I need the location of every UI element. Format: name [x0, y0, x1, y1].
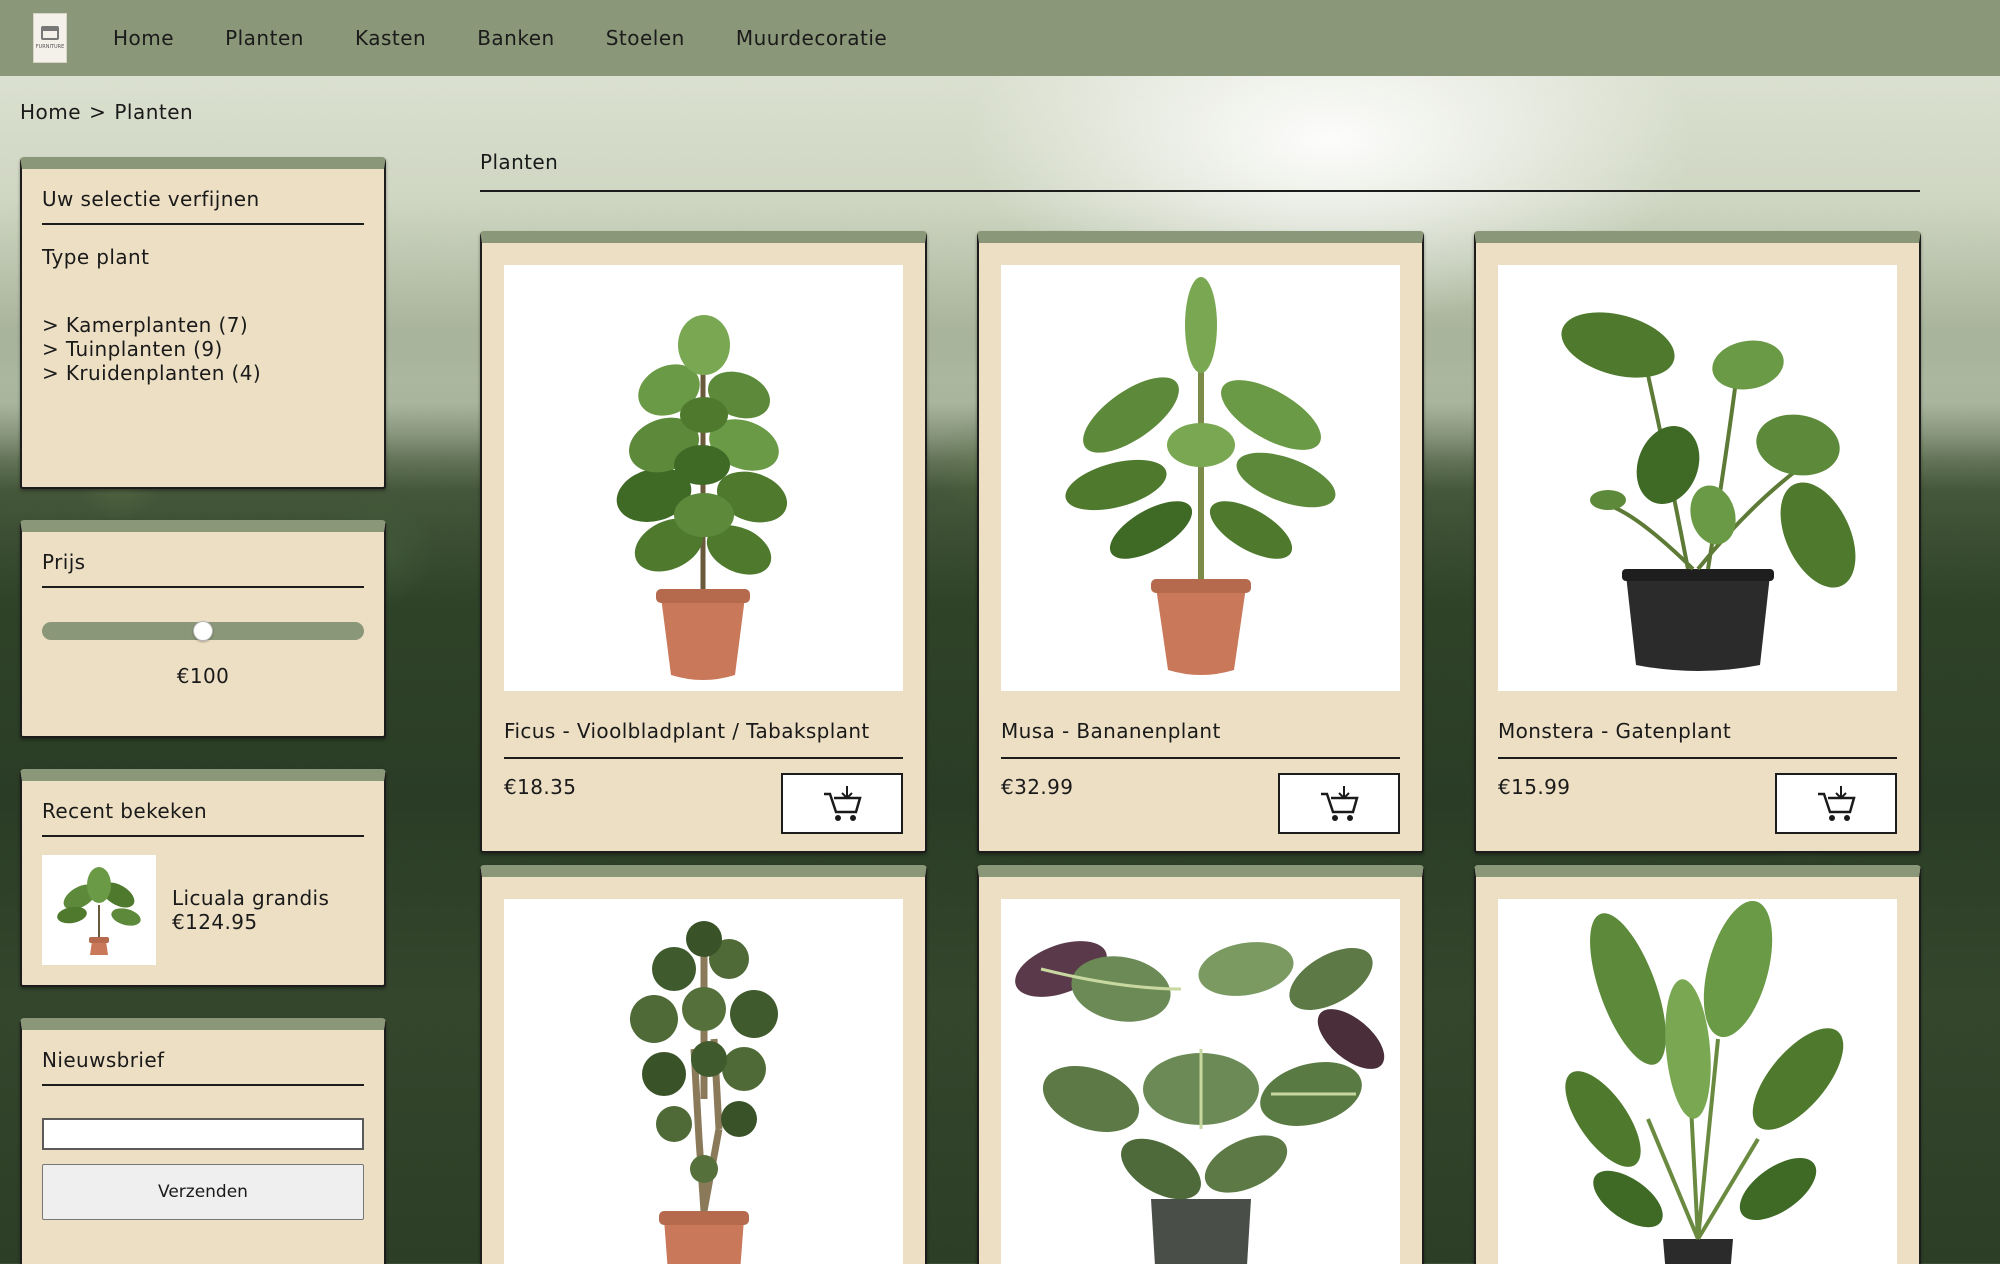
licuala-plant-icon: [57, 867, 141, 955]
newsletter-title: Nieuwsbrief: [42, 1030, 364, 1086]
refine-panel: Uw selectie verfijnen Type plant > Kamer…: [20, 157, 386, 489]
product-image[interactable]: [1001, 899, 1400, 1264]
price-title: Prijs: [42, 532, 364, 588]
price-panel: Prijs €100: [20, 520, 386, 738]
breadcrumb-current: Planten: [114, 100, 194, 124]
nav-item-kasten[interactable]: Kasten: [355, 26, 426, 50]
strelitzia-plant-icon: [1565, 900, 1844, 1264]
product-name[interactable]: Ficus - Vioolbladplant / Tabaksplant: [504, 719, 903, 759]
filter-tuinplanten[interactable]: > Tuinplanten (9): [42, 337, 364, 361]
price-slider[interactable]: [42, 621, 364, 642]
product-price: €32.99: [1001, 775, 1074, 799]
newsletter-email-input[interactable]: [42, 1118, 364, 1150]
product-name[interactable]: Monstera - Gatenplant: [1498, 719, 1897, 759]
filter-kruidenplanten[interactable]: > Kruidenplanten (4): [42, 361, 364, 385]
price-slider-thumb[interactable]: [193, 621, 213, 641]
product-footer: €18.35: [504, 773, 903, 834]
cart-download-icon: [824, 785, 862, 821]
product-price: €15.99: [1498, 775, 1571, 799]
musa-plant-icon: [1065, 277, 1336, 675]
price-value: €100: [176, 664, 230, 688]
nav-item-stoelen[interactable]: Stoelen: [606, 26, 685, 50]
breadcrumb: Home > Planten: [20, 100, 201, 124]
breadcrumb-home[interactable]: Home: [20, 100, 81, 124]
recent-item-info: Licuala grandis €124.95: [172, 886, 329, 934]
breadcrumb-separator: >: [89, 100, 107, 124]
product-card[interactable]: [1474, 865, 1921, 1264]
logo-text: FURNITURE: [35, 44, 65, 50]
newsletter-panel: Nieuwsbrief Verzenden: [20, 1018, 386, 1264]
recent-title: Recent bekeken: [42, 781, 364, 837]
product-image[interactable]: [504, 899, 903, 1264]
filter-kamerplanten[interactable]: > Kamerplanten (7): [42, 313, 364, 337]
recent-item-name[interactable]: Licuala grandis: [172, 886, 329, 910]
polyscias-plant-icon: [630, 921, 778, 1264]
type-list: > Kamerplanten (7) > Tuinplanten (9) > K…: [42, 313, 364, 385]
nav-item-banken[interactable]: Banken: [477, 26, 555, 50]
product-image[interactable]: [1001, 265, 1400, 691]
nav-item-home[interactable]: Home: [113, 26, 174, 50]
monstera-plant-icon: [1561, 312, 1856, 671]
ficus-plant-icon: [616, 315, 788, 680]
product-card[interactable]: Monstera - Gatenplant €15.99: [1474, 231, 1921, 853]
product-image[interactable]: [504, 265, 903, 691]
recent-item[interactable]: Licuala grandis €124.95: [42, 855, 364, 965]
nav-item-muurdecoratie[interactable]: Muurdecoratie: [736, 26, 887, 50]
product-footer: €15.99: [1498, 773, 1897, 834]
recent-item-price: €124.95: [172, 910, 258, 934]
recent-item-image[interactable]: [42, 855, 156, 965]
product-card[interactable]: Musa - Bananenplant €32.99: [977, 231, 1424, 853]
recent-panel: Recent bekeken Licuala grandis €124.95: [20, 769, 386, 987]
cart-download-icon: [1321, 785, 1359, 821]
product-image[interactable]: [1498, 265, 1897, 691]
logo-mark-icon: [41, 26, 59, 40]
product-name[interactable]: Musa - Bananenplant: [1001, 719, 1400, 759]
cart-download-icon: [1818, 785, 1856, 821]
calathea-plant-icon: [1015, 941, 1385, 1264]
product-card[interactable]: [480, 865, 927, 1264]
page-title: Planten: [480, 150, 1920, 192]
product-card[interactable]: [977, 865, 1424, 1264]
add-to-cart-button[interactable]: [1278, 773, 1400, 834]
product-footer: €32.99: [1001, 773, 1400, 834]
product-image[interactable]: [1498, 899, 1897, 1264]
refine-title: Uw selectie verfijnen: [42, 169, 364, 225]
newsletter-submit-button[interactable]: Verzenden: [42, 1164, 364, 1220]
product-price: €18.35: [504, 775, 577, 799]
top-navigation: FURNITURE Home Planten Kasten Banken Sto…: [0, 0, 2000, 76]
add-to-cart-button[interactable]: [1775, 773, 1897, 834]
add-to-cart-button[interactable]: [781, 773, 903, 834]
nav-item-planten[interactable]: Planten: [225, 26, 304, 50]
product-card[interactable]: Ficus - Vioolbladplant / Tabaksplant €18…: [480, 231, 927, 853]
type-plant-heading: Type plant: [42, 245, 150, 269]
logo[interactable]: FURNITURE: [33, 13, 67, 63]
